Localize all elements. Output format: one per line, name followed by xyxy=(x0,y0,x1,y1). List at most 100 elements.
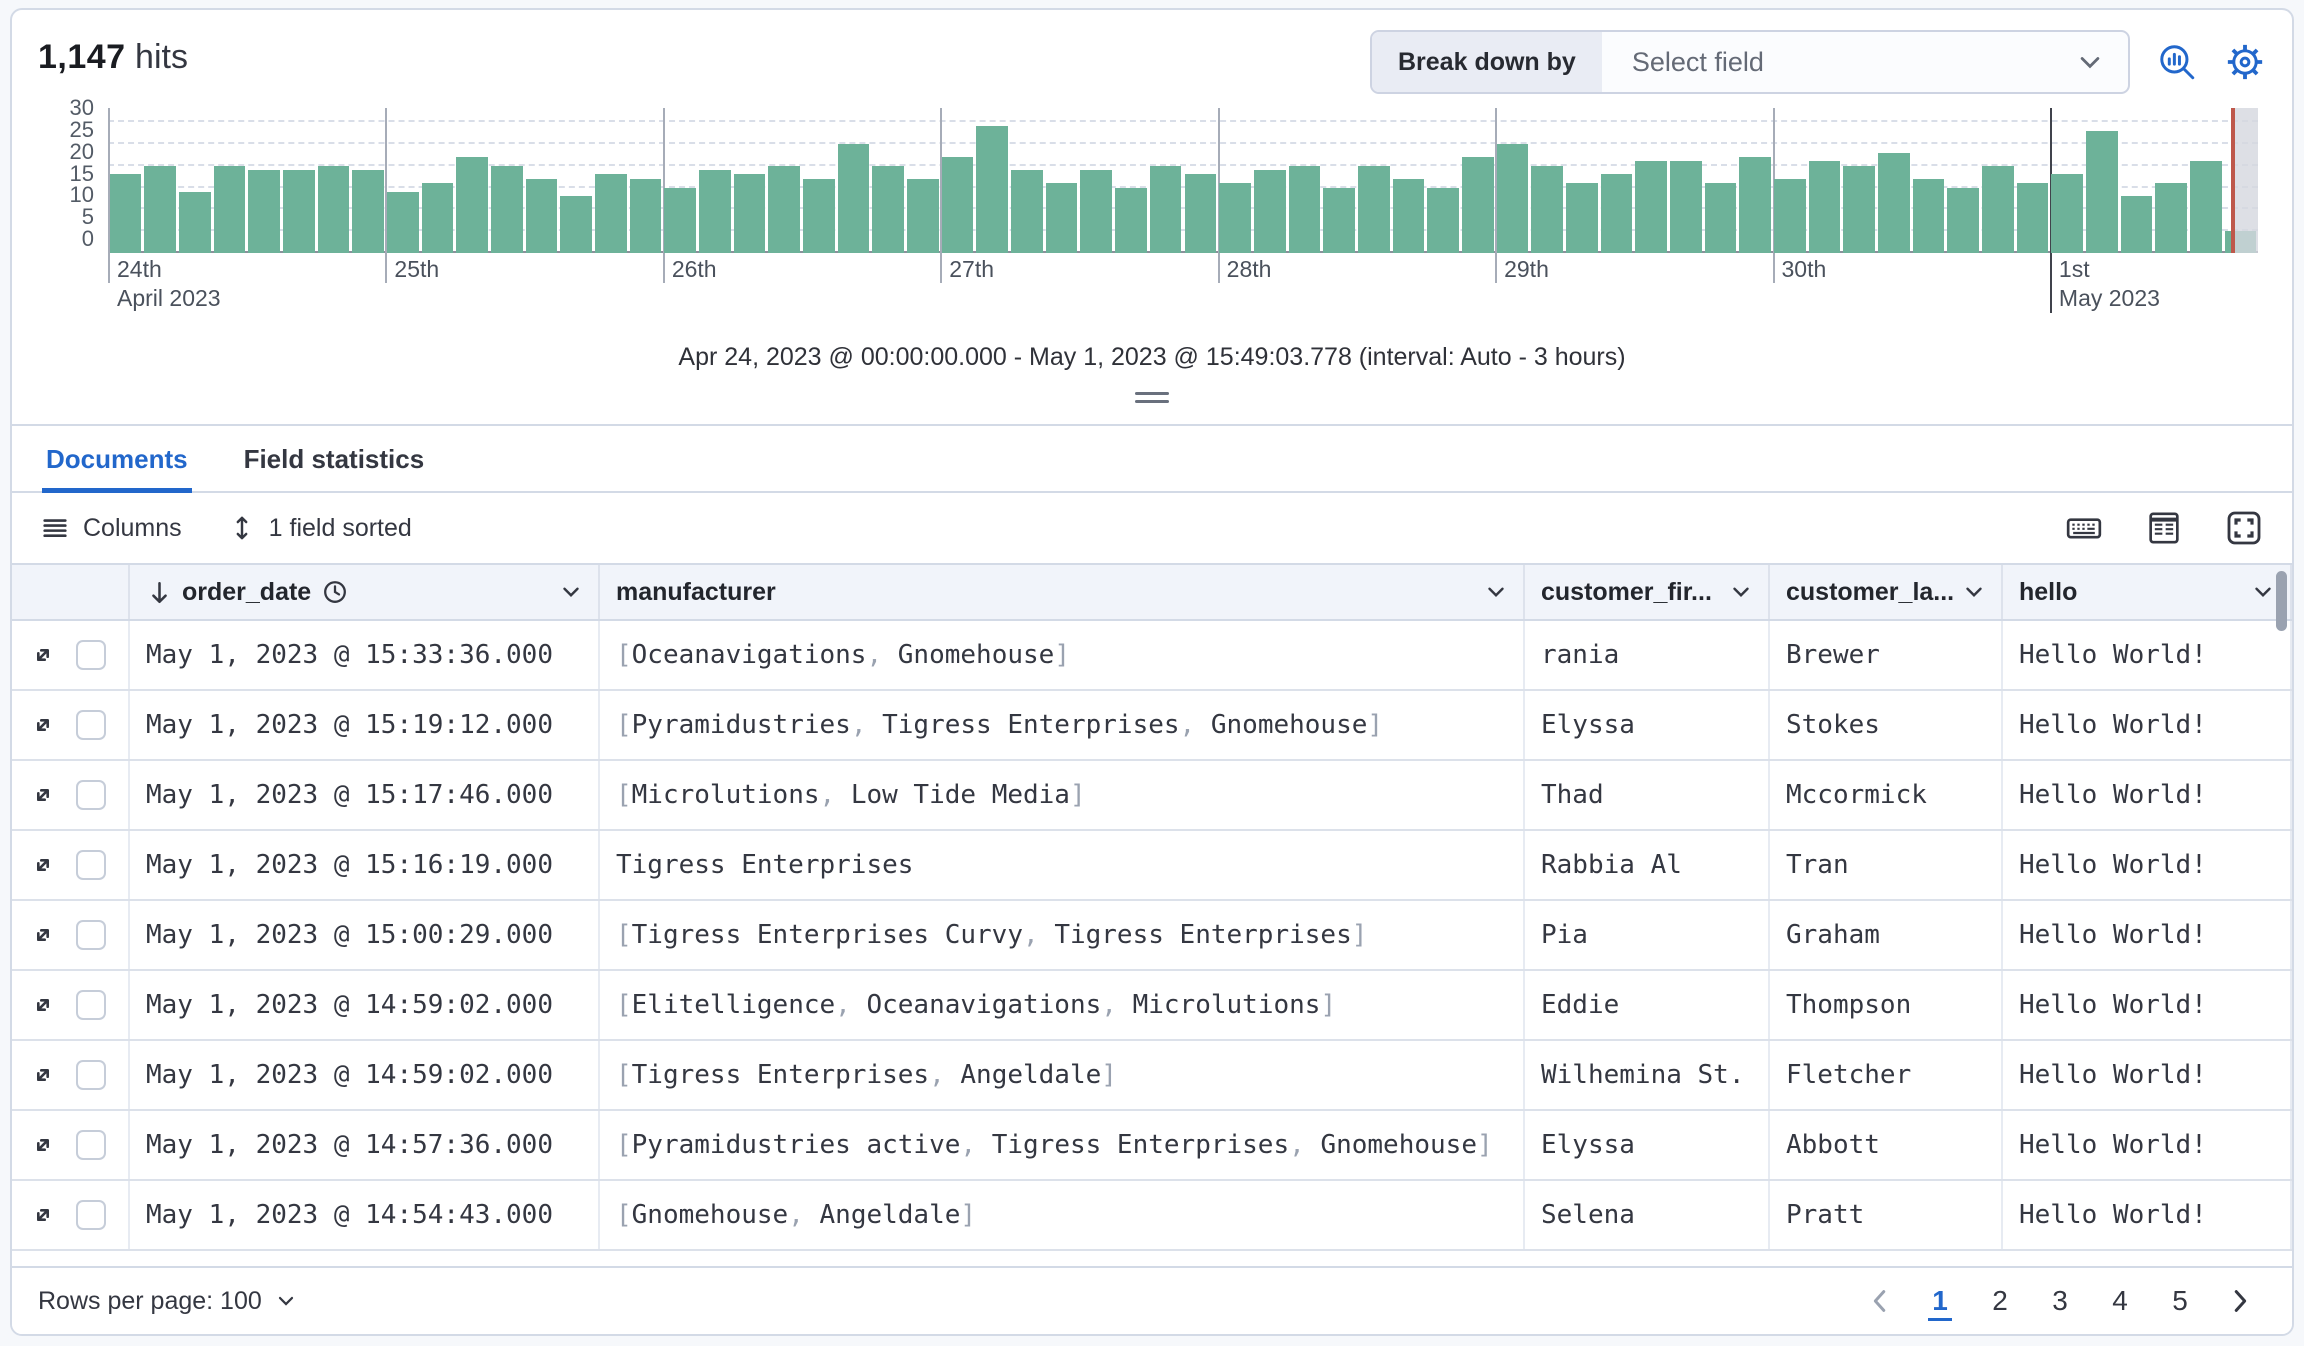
cell-manufacturer[interactable]: [Microlutions, Low Tide Media] xyxy=(600,761,1525,829)
cell-customer-last[interactable]: Brewer xyxy=(1770,621,2003,689)
histogram-bar[interactable] xyxy=(1289,166,1321,253)
histogram-bar[interactable] xyxy=(630,179,662,253)
histogram-bar[interactable] xyxy=(1809,161,1841,253)
histogram-bar[interactable] xyxy=(1462,157,1494,253)
histogram-bar[interactable] xyxy=(1635,161,1667,253)
column-menu-chevron-icon[interactable] xyxy=(558,579,584,605)
cell-customer-first[interactable]: Thad xyxy=(1525,761,1770,829)
histogram-bar[interactable] xyxy=(1497,144,1529,253)
page-button-1[interactable]: 1 xyxy=(1914,1275,1966,1327)
histogram-bar[interactable] xyxy=(1185,174,1217,253)
cell-customer-last[interactable]: Abbott xyxy=(1770,1111,2003,1179)
cell-manufacturer[interactable]: [Tigress Enterprises, Angeldale] xyxy=(600,1041,1525,1109)
page-button-4[interactable]: 4 xyxy=(2094,1275,2146,1327)
histogram-bar[interactable] xyxy=(560,196,592,253)
row-select-checkbox[interactable] xyxy=(76,1130,106,1160)
histogram-bar[interactable] xyxy=(144,166,176,253)
histogram-bar[interactable] xyxy=(456,157,488,253)
cell-hello[interactable]: Hello World! xyxy=(2003,761,2292,829)
histogram-bar[interactable] xyxy=(283,170,315,253)
histogram-bar[interactable] xyxy=(1254,170,1286,253)
cell-hello[interactable]: Hello World! xyxy=(2003,1111,2292,1179)
cell-customer-first[interactable]: Wilhemina St. xyxy=(1525,1041,1770,1109)
previous-page-button[interactable] xyxy=(1854,1275,1906,1327)
cell-manufacturer[interactable]: Tigress Enterprises xyxy=(600,831,1525,899)
histogram-bar[interactable] xyxy=(1774,179,1806,253)
column-header-customer-fir[interactable]: customer_fir... xyxy=(1525,565,1770,619)
cell-manufacturer[interactable]: [Tigress Enterprises Curvy, Tigress Ente… xyxy=(600,901,1525,969)
column-header-hello[interactable]: hello xyxy=(2003,565,2292,619)
cell-customer-first[interactable]: Pia xyxy=(1525,901,1770,969)
cell-hello[interactable]: Hello World! xyxy=(2003,1041,2292,1109)
rows-per-page-button[interactable]: Rows per page: 100 xyxy=(38,1287,298,1316)
cell-order-date[interactable]: May 1, 2023 @ 15:17:46.000 xyxy=(130,761,600,829)
expand-document-button[interactable] xyxy=(28,920,58,950)
expand-document-button[interactable] xyxy=(28,1130,58,1160)
row-select-checkbox[interactable] xyxy=(76,920,106,950)
histogram-bar[interactable] xyxy=(1393,179,1425,253)
column-menu-chevron-icon[interactable] xyxy=(1961,579,1987,605)
cell-customer-last[interactable]: Graham xyxy=(1770,901,2003,969)
vertical-scrollbar[interactable] xyxy=(2276,571,2287,631)
cell-manufacturer[interactable]: [Oceanavigations, Gnomehouse] xyxy=(600,621,1525,689)
cell-order-date[interactable]: May 1, 2023 @ 14:59:02.000 xyxy=(130,971,600,1039)
cell-customer-first[interactable]: Rabbia Al xyxy=(1525,831,1770,899)
cell-customer-first[interactable]: Elyssa xyxy=(1525,691,1770,759)
histogram-bar[interactable] xyxy=(1150,166,1182,253)
cell-hello[interactable]: Hello World! xyxy=(2003,901,2292,969)
histogram-bar[interactable] xyxy=(1531,166,1563,253)
histogram-bar[interactable] xyxy=(491,166,523,253)
row-select-checkbox[interactable] xyxy=(76,850,106,880)
histogram-bar[interactable] xyxy=(1427,188,1459,254)
tab-field-statistics[interactable]: Field statistics xyxy=(240,426,429,491)
histogram-bar[interactable] xyxy=(1219,183,1251,253)
tab-documents[interactable]: Documents xyxy=(42,426,192,491)
cell-hello[interactable]: Hello World! xyxy=(2003,831,2292,899)
row-select-checkbox[interactable] xyxy=(76,780,106,810)
cell-customer-last[interactable]: Pratt xyxy=(1770,1181,2003,1249)
page-button-5[interactable]: 5 xyxy=(2154,1275,2206,1327)
page-button-3[interactable]: 3 xyxy=(2034,1275,2086,1327)
histogram-bar[interactable] xyxy=(1011,170,1043,253)
cell-customer-last[interactable]: Thompson xyxy=(1770,971,2003,1039)
column-header-manufacturer[interactable]: manufacturer xyxy=(600,565,1525,619)
cell-customer-last[interactable]: Stokes xyxy=(1770,691,2003,759)
histogram-bar[interactable] xyxy=(214,166,246,253)
columns-button[interactable]: Columns xyxy=(40,513,182,543)
histogram-bar[interactable] xyxy=(387,192,419,253)
histogram-bar[interactable] xyxy=(734,174,766,253)
cell-hello[interactable]: Hello World! xyxy=(2003,691,2292,759)
histogram-bar[interactable] xyxy=(2017,183,2049,253)
column-header-order-date[interactable]: order_date xyxy=(130,565,600,619)
histogram-bar[interactable] xyxy=(595,174,627,253)
sort-fields-button[interactable]: 1 field sorted xyxy=(228,514,412,543)
expand-document-button[interactable] xyxy=(28,1200,58,1230)
histogram-bar[interactable] xyxy=(976,126,1008,253)
column-header-customer-la[interactable]: customer_la... xyxy=(1770,565,2003,619)
cell-hello[interactable]: Hello World! xyxy=(2003,621,2292,689)
cell-order-date[interactable]: May 1, 2023 @ 15:33:36.000 xyxy=(130,621,600,689)
histogram-bar[interactable] xyxy=(352,170,384,253)
histogram-bar[interactable] xyxy=(248,170,280,253)
histogram-bar[interactable] xyxy=(2051,174,2083,253)
cell-manufacturer[interactable]: [Gnomehouse, Angeldale] xyxy=(600,1181,1525,1249)
cell-customer-first[interactable]: Elyssa xyxy=(1525,1111,1770,1179)
histogram-bar[interactable] xyxy=(664,188,696,254)
histogram-bar[interactable] xyxy=(1947,188,1979,254)
fullscreen-button[interactable] xyxy=(2224,508,2264,548)
cell-order-date[interactable]: May 1, 2023 @ 15:19:12.000 xyxy=(130,691,600,759)
histogram-bar[interactable] xyxy=(942,157,974,253)
histogram-chart[interactable]: 051015202530 24thApril 202325th26th27th2… xyxy=(38,108,2266,315)
cell-customer-last[interactable]: Mccormick xyxy=(1770,761,2003,829)
row-select-checkbox[interactable] xyxy=(76,990,106,1020)
histogram-bar[interactable] xyxy=(1982,166,2014,253)
cell-hello[interactable]: Hello World! xyxy=(2003,971,2292,1039)
cell-customer-first[interactable]: rania xyxy=(1525,621,1770,689)
expand-document-button[interactable] xyxy=(28,640,58,670)
cell-manufacturer[interactable]: [Pyramidustries, Tigress Enterprises, Gn… xyxy=(600,691,1525,759)
histogram-bar[interactable] xyxy=(1046,183,1078,253)
cell-customer-last[interactable]: Tran xyxy=(1770,831,2003,899)
histogram-bar[interactable] xyxy=(1080,170,1112,253)
histogram-bar[interactable] xyxy=(768,166,800,253)
histogram-bar[interactable] xyxy=(1115,188,1147,254)
